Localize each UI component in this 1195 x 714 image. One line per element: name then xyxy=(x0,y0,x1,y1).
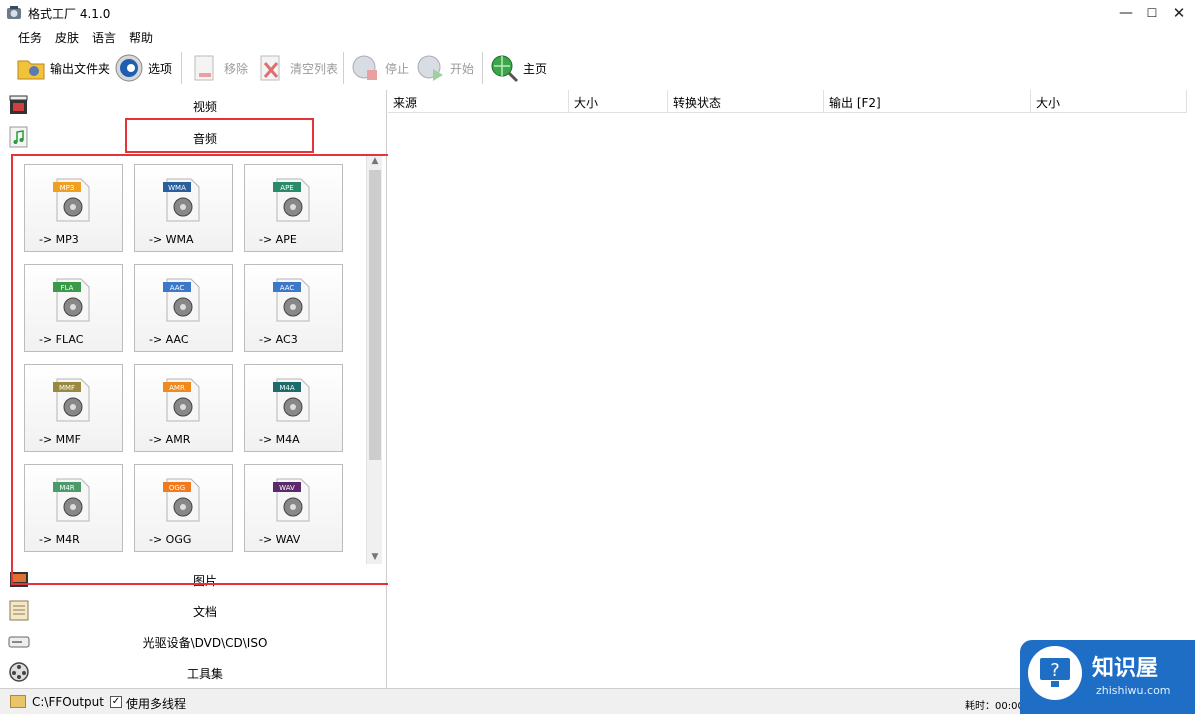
column-status[interactable]: 转换状态 xyxy=(668,90,824,113)
multithread-label: 使用多线程 xyxy=(126,697,187,711)
menu-bar: 任务 皮肤 语言 帮助 xyxy=(0,26,1195,46)
column-size[interactable]: 大小 xyxy=(569,90,668,113)
stop-label: 停止 xyxy=(385,61,410,76)
home-label: 主页 xyxy=(523,61,548,76)
highlight-format-grid xyxy=(11,154,401,585)
watermark-title: 知识屋 xyxy=(1092,656,1159,681)
category-document-label: 文档 xyxy=(192,605,217,619)
question-monitor-icon: ? xyxy=(1028,646,1082,700)
output-path: C:\FFOutput xyxy=(32,695,104,709)
category-video[interactable]: 视频 xyxy=(0,90,386,120)
highlight-audio-tab xyxy=(125,118,314,153)
toolbar-separator xyxy=(482,52,483,84)
clear-list-icon xyxy=(260,55,280,81)
start-icon xyxy=(417,55,443,81)
output-folder-icon[interactable] xyxy=(10,695,26,708)
toolbar: 输出文件夹 选项 移除 清空列表 停止 开始 主页 xyxy=(0,48,1195,88)
menu-language[interactable]: 语言 xyxy=(92,29,116,46)
maximize-button[interactable]: ☐ xyxy=(1138,3,1166,23)
column-source[interactable]: 来源 xyxy=(388,90,569,113)
category-disc-label: 光驱设备\DVD\CD\ISO xyxy=(142,636,268,650)
watermark-url: zhishiwu.com xyxy=(1096,684,1171,697)
watermark-logo: ? 知识屋 zhishiwu.com xyxy=(1020,640,1195,714)
menu-task[interactable]: 任务 xyxy=(18,29,42,46)
category-disc[interactable]: 光驱设备\DVD\CD\ISO xyxy=(0,626,386,656)
folder-icon xyxy=(17,60,45,80)
toolbar-separator xyxy=(181,52,182,84)
app-icon xyxy=(7,6,21,19)
menu-skin[interactable]: 皮肤 xyxy=(55,29,79,46)
remove-label: 移除 xyxy=(224,61,249,76)
clear-list-button[interactable]: 清空列表 xyxy=(256,50,338,86)
home-button[interactable]: 主页 xyxy=(489,50,547,86)
category-document[interactable]: 文档 xyxy=(0,595,386,625)
stop-button[interactable]: 停止 xyxy=(351,50,409,86)
multithread-checkbox[interactable]: ✓ xyxy=(110,696,122,708)
options-icon xyxy=(115,54,143,82)
svg-text:?: ? xyxy=(1050,660,1060,681)
close-button[interactable]: ✕ xyxy=(1165,3,1193,23)
column-output-size[interactable]: 大小 xyxy=(1031,90,1187,113)
status-bar: C:\FFOutput ✓ 使用多线程 耗时：00:00:0 xyxy=(0,688,1195,714)
minimize-button[interactable]: — xyxy=(1112,3,1140,23)
menu-help[interactable]: 帮助 xyxy=(129,29,153,46)
window-title: 格式工厂 4.1.0 xyxy=(28,7,111,21)
remove-button[interactable]: 移除 xyxy=(190,50,248,86)
start-label: 开始 xyxy=(450,61,475,76)
category-tools-label: 工具集 xyxy=(186,667,223,681)
start-button[interactable]: 开始 xyxy=(416,50,474,86)
category-tools[interactable]: 工具集 xyxy=(0,657,386,687)
clear-list-label: 清空列表 xyxy=(290,61,339,76)
options-label: 选项 xyxy=(148,61,173,76)
options-button[interactable]: 选项 xyxy=(114,50,172,86)
toolbar-separator xyxy=(343,52,344,84)
column-output[interactable]: 输出 [F2] xyxy=(824,90,1031,113)
globe-search-icon xyxy=(491,55,519,83)
remove-icon xyxy=(194,55,214,81)
task-list[interactable]: 来源 大小 转换状态 输出 [F2] 大小 xyxy=(388,90,1195,688)
stop-icon xyxy=(352,55,377,80)
title-bar: 格式工厂 4.1.0 — ☐ ✕ xyxy=(0,0,1195,26)
category-video-label: 视频 xyxy=(192,100,217,114)
output-folder-button[interactable]: 输出文件夹 xyxy=(16,50,110,86)
output-folder-label: 输出文件夹 xyxy=(50,61,111,76)
